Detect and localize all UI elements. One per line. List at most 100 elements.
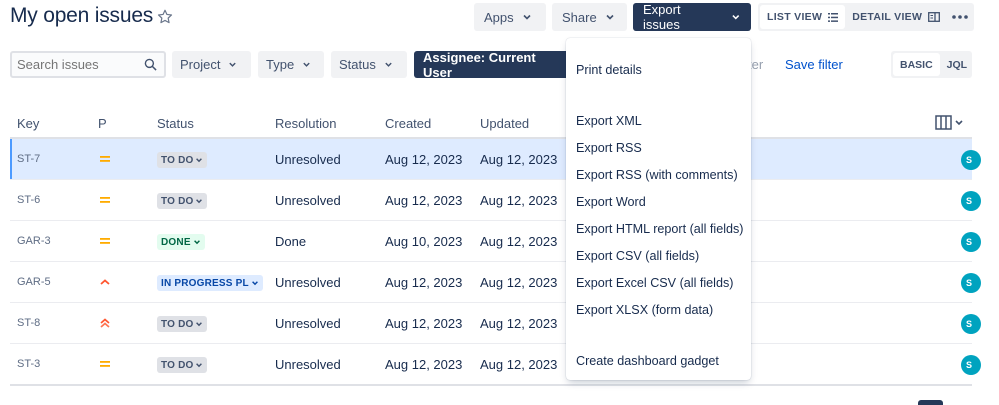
- issue-key[interactable]: ST-6: [17, 194, 40, 206]
- list-view-label: LIST VIEW: [767, 11, 823, 23]
- list-view-button[interactable]: LIST VIEW: [760, 5, 846, 29]
- detail-view-label: DETAIL VIEW: [852, 11, 923, 23]
- chevron-down-icon: [196, 363, 203, 368]
- updated-cell: Aug 12, 2023: [480, 152, 558, 167]
- avatar[interactable]: S: [961, 191, 981, 211]
- created-cell: Aug 12, 2023: [385, 193, 463, 208]
- table-row[interactable]: ST-8 TO DO Unresolved Aug 12, 2023 Aug 12, 2…: [10, 303, 981, 344]
- assignee-filter-label: Assignee: Current User: [423, 49, 536, 80]
- resolution-cell: Unresolved: [275, 275, 341, 290]
- more-icon: [952, 15, 968, 19]
- priority-medium-icon: [100, 197, 110, 203]
- jql-mode-button[interactable]: JQL: [940, 53, 974, 76]
- basic-mode-button[interactable]: BASIC: [893, 53, 940, 76]
- resolution-cell: Unresolved: [275, 152, 341, 167]
- created-cell: Aug 12, 2023: [385, 357, 463, 372]
- table-row[interactable]: GAR-5 IN PROGRESS PL Unresolved Aug 12, 202…: [10, 262, 981, 303]
- view-toggle: LIST VIEW DETAIL VIEW: [758, 3, 960, 31]
- avatar[interactable]: S: [961, 273, 981, 293]
- chevron-down-icon: [303, 62, 310, 67]
- chevron-down-icon: [229, 62, 237, 67]
- search-input[interactable]: [10, 51, 166, 78]
- issue-key[interactable]: ST-7: [17, 153, 40, 165]
- issue-key[interactable]: ST-3: [17, 358, 40, 370]
- star-icon[interactable]: [156, 8, 174, 26]
- column-header-priority[interactable]: P: [98, 116, 107, 131]
- share-button[interactable]: Share: [552, 3, 627, 31]
- export-issues-button[interactable]: Export issues: [633, 2, 751, 32]
- priority-medium-icon: [100, 361, 110, 367]
- priority-medium-icon: [100, 238, 110, 244]
- priority-highest-icon: [100, 318, 110, 328]
- status-lozenge[interactable]: TO DO: [157, 193, 208, 209]
- updated-cell: Aug 12, 2023: [480, 193, 558, 208]
- menu-item-export-xlsx[interactable]: Export XLSX (form data): [576, 303, 713, 317]
- menu-item-export-excel-csv[interactable]: Export Excel CSV (all fields): [576, 276, 733, 290]
- menu-item-print-details[interactable]: Print details: [576, 63, 642, 77]
- status-lozenge[interactable]: DONE: [157, 234, 205, 250]
- chevron-down-icon: [196, 199, 203, 204]
- table-row[interactable]: GAR-3 DONE Done Aug 10, 2023 Aug 12, 2023 S: [10, 221, 981, 262]
- status-label: TO DO: [161, 359, 194, 371]
- detail-view-button[interactable]: DETAIL VIEW: [845, 5, 947, 29]
- status-lozenge[interactable]: TO DO: [157, 316, 208, 332]
- table-row[interactable]: ST-7 TO DO Unresolved Aug 12, 2023 Aug 12, 2…: [10, 139, 981, 180]
- created-cell: Aug 12, 2023: [385, 152, 463, 167]
- avatar[interactable]: S: [961, 150, 981, 170]
- assignee-filter[interactable]: Assignee: Current User: [414, 49, 572, 80]
- status-lozenge[interactable]: IN PROGRESS PL: [157, 275, 263, 291]
- project-filter-label: Project: [180, 57, 221, 72]
- avatar[interactable]: S: [961, 355, 981, 375]
- avatar[interactable]: S: [961, 314, 981, 334]
- menu-item-export-csv[interactable]: Export CSV (all fields): [576, 249, 699, 263]
- more-actions-button[interactable]: [946, 3, 974, 31]
- filter-bar: Project Type Status Assignee: Current Us…: [10, 49, 990, 80]
- column-picker-icon[interactable]: [935, 115, 967, 131]
- status-filter[interactable]: Status: [331, 51, 407, 78]
- menu-item-export-rss[interactable]: Export RSS: [576, 141, 642, 155]
- issues-table: Key P Status Resolution Created Updated …: [10, 106, 981, 385]
- detail-view-icon: [928, 12, 941, 22]
- resolution-cell: Unresolved: [275, 193, 341, 208]
- status-label: TO DO: [161, 154, 194, 166]
- chevron-down-icon: [606, 14, 614, 20]
- chevron-down-icon: [732, 15, 740, 20]
- issue-key[interactable]: GAR-3: [17, 235, 51, 247]
- table-bottom-divider: [10, 384, 972, 386]
- status-lozenge[interactable]: TO DO: [157, 357, 208, 373]
- issue-key[interactable]: GAR-5: [17, 276, 51, 288]
- menu-item-export-word[interactable]: Export Word: [576, 195, 646, 209]
- updated-cell: Aug 12, 2023: [480, 316, 558, 331]
- save-filter-link[interactable]: Save filter: [785, 57, 843, 72]
- table-row[interactable]: ST-6 TO DO Unresolved Aug 12, 2023 Aug 12, 2…: [10, 180, 981, 221]
- apps-button[interactable]: Apps: [474, 3, 546, 31]
- status-filter-label: Status: [339, 57, 376, 72]
- updated-cell: Aug 12, 2023: [480, 357, 558, 372]
- avatar[interactable]: S: [961, 232, 981, 252]
- issue-key[interactable]: ST-8: [17, 317, 40, 329]
- priority-high-icon: [100, 279, 110, 285]
- status-lozenge[interactable]: TO DO: [157, 152, 208, 168]
- type-filter-label: Type: [266, 57, 295, 72]
- share-button-label: Share: [562, 9, 597, 25]
- menu-item-create-gadget[interactable]: Create dashboard gadget: [576, 354, 719, 368]
- page-title: My open issues: [10, 4, 154, 27]
- type-filter[interactable]: Type: [258, 51, 324, 78]
- column-header-key[interactable]: Key: [17, 116, 39, 131]
- search-icon: [144, 58, 157, 71]
- table-body: ST-7 TO DO Unresolved Aug 12, 2023 Aug 12, 2…: [10, 139, 981, 385]
- list-icon: [828, 12, 839, 22]
- pagination-button[interactable]: [918, 400, 943, 405]
- project-filter[interactable]: Project: [172, 51, 251, 78]
- created-cell: Aug 12, 2023: [385, 316, 463, 331]
- export-menu: Print details Export XML Export RSS Expo…: [566, 38, 751, 380]
- column-header-updated[interactable]: Updated: [480, 116, 529, 131]
- column-header-created[interactable]: Created: [385, 116, 431, 131]
- menu-item-export-html[interactable]: Export HTML report (all fields): [576, 222, 744, 236]
- menu-item-export-rss-comments[interactable]: Export RSS (with comments): [576, 168, 738, 182]
- table-row[interactable]: ST-3 TO DO Unresolved Aug 12, 2023 Aug 12, 2…: [10, 344, 981, 385]
- column-header-resolution[interactable]: Resolution: [275, 116, 336, 131]
- table-header: Key P Status Resolution Created Updated: [10, 106, 972, 139]
- column-header-status[interactable]: Status: [157, 116, 194, 131]
- menu-item-export-xml[interactable]: Export XML: [576, 114, 642, 128]
